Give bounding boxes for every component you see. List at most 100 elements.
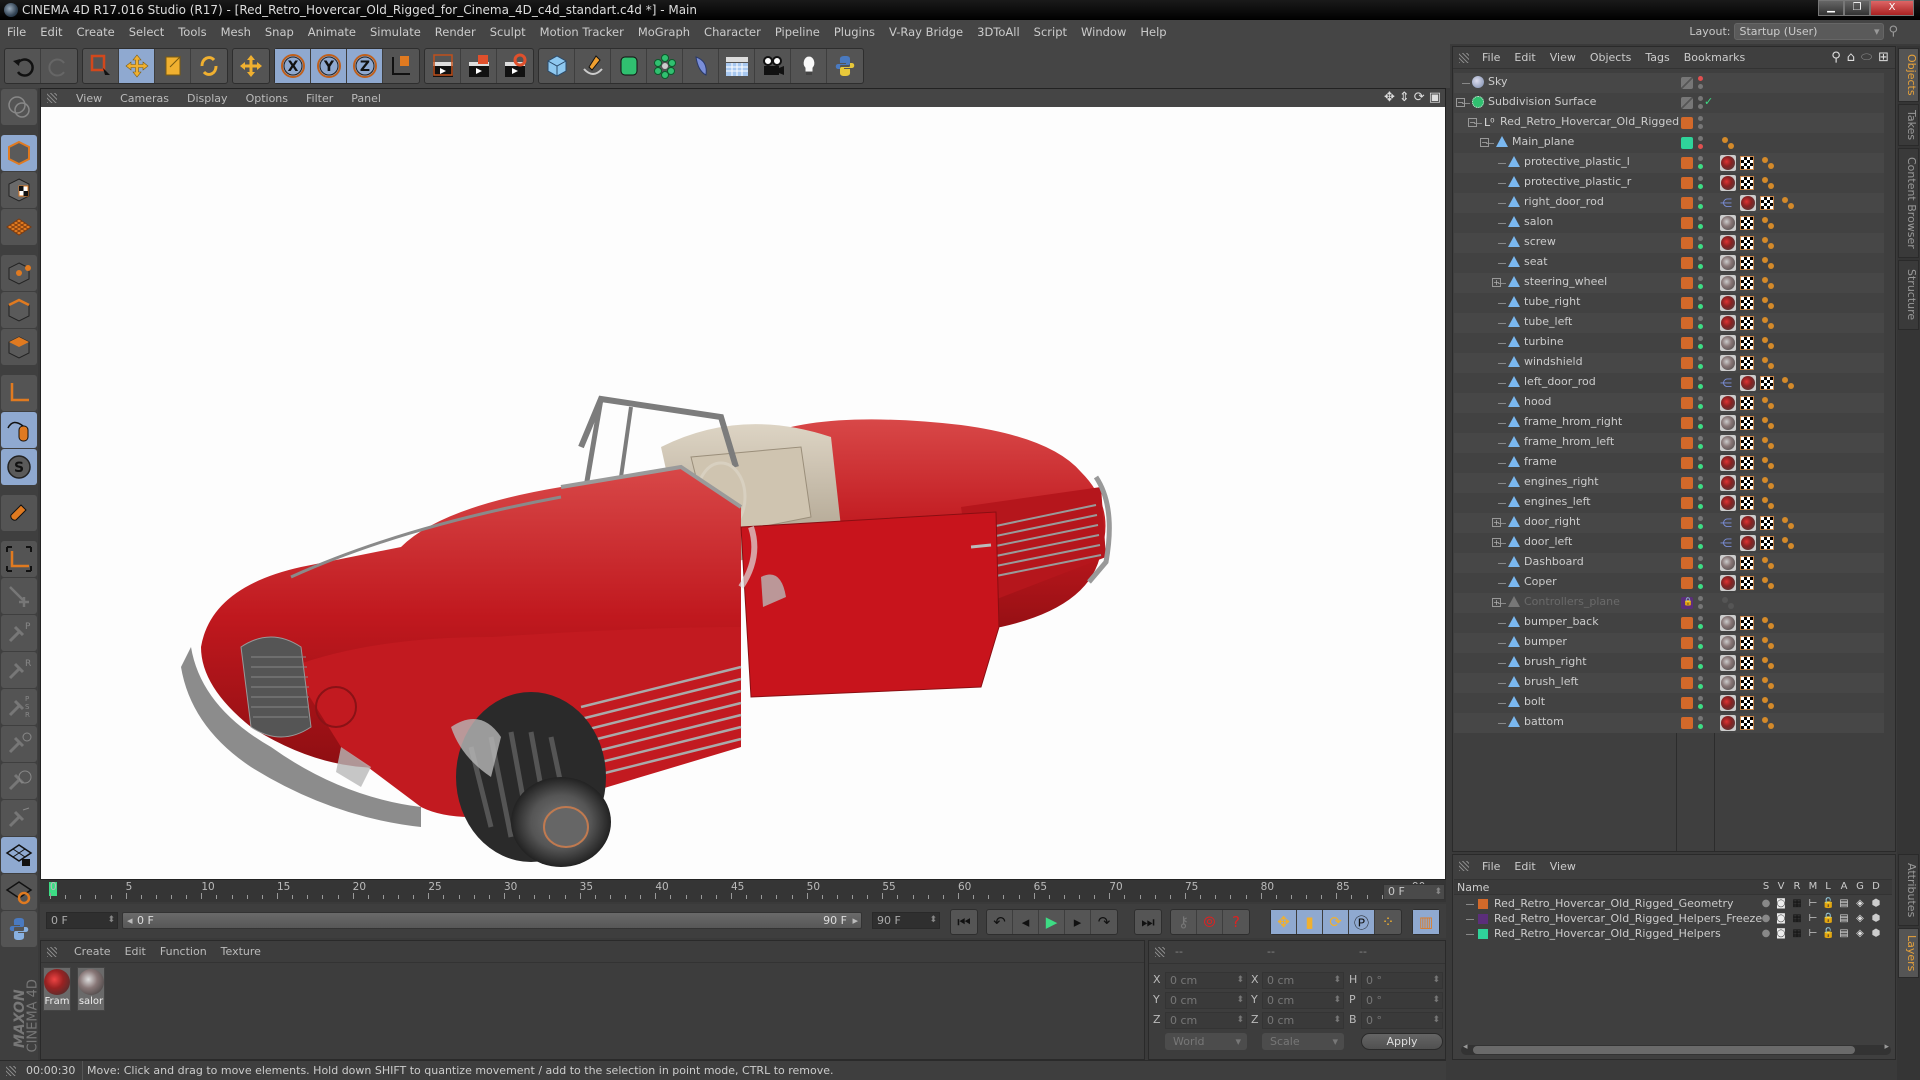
render-visibility-dot[interactable] [1698, 84, 1703, 89]
tab-takes[interactable]: Takes [1898, 104, 1919, 146]
panel-grip-icon[interactable] [1459, 861, 1469, 871]
object-menu-file[interactable]: File [1475, 51, 1507, 64]
material-tag-icon[interactable] [1740, 195, 1756, 211]
object-name[interactable]: hood [1524, 395, 1551, 408]
pla-key-icon[interactable] [1, 763, 37, 799]
locked-layer-icon[interactable]: 🔒 [1681, 597, 1693, 609]
texture-mode-icon[interactable] [1, 172, 37, 208]
render-visibility-dot[interactable] [1698, 644, 1703, 649]
layer-color-swatch[interactable] [1681, 117, 1693, 129]
phong-tag-icon[interactable] [1720, 595, 1736, 611]
pose-icon[interactable] [1, 578, 37, 614]
uvw-tag-icon[interactable] [1740, 696, 1754, 710]
render-visibility-dot[interactable] [1698, 524, 1703, 529]
layer-color-swatch[interactable] [1681, 217, 1693, 229]
editor-visibility-dot[interactable] [1698, 476, 1703, 481]
menu-simulate[interactable]: Simulate [363, 25, 428, 39]
render-visibility-dot[interactable] [1698, 464, 1703, 469]
render-toggle-icon[interactable]: ▦ [1791, 898, 1803, 909]
uvw-tag-icon[interactable] [1740, 616, 1754, 630]
render-visibility-dot[interactable] [1698, 684, 1703, 689]
uvw-tag-icon[interactable] [1740, 396, 1754, 410]
apply-button[interactable]: Apply [1361, 1033, 1443, 1050]
generators-toggle-icon[interactable]: ◈ [1854, 898, 1866, 909]
material-tag-icon[interactable] [1720, 675, 1736, 691]
param-key-icon[interactable] [1, 726, 37, 762]
autokeying-icon[interactable]: ⦾ [1197, 910, 1223, 934]
material-tag-icon[interactable] [1740, 535, 1756, 551]
pos-key-icon[interactable]: P [1, 615, 37, 651]
phong-tag-icon[interactable] [1760, 395, 1776, 411]
layer-color-swatch[interactable] [1681, 397, 1693, 409]
viewport-menu-options[interactable]: Options [237, 92, 297, 105]
object-name[interactable]: left_door_rod [1524, 375, 1596, 388]
material-menu-edit[interactable]: Edit [118, 945, 153, 958]
layer-color-swatch[interactable] [1681, 657, 1693, 669]
phong-tag-icon[interactable] [1760, 355, 1776, 371]
phong-tag-icon[interactable] [1760, 695, 1776, 711]
material-menu-texture[interactable]: Texture [214, 945, 268, 958]
layer-color-swatch[interactable] [1681, 577, 1693, 589]
editor-visibility-dot[interactable] [1698, 276, 1703, 281]
object-name[interactable]: Subdivision Surface [1488, 95, 1596, 108]
uvw-tag-icon[interactable] [1760, 196, 1774, 210]
layer-color-swatch[interactable] [1681, 137, 1693, 149]
object-name[interactable]: Main_plane [1512, 135, 1574, 148]
expand-icon[interactable]: + [1492, 278, 1501, 287]
render-visibility-dot[interactable] [1698, 284, 1703, 289]
uvw-tag-icon[interactable] [1740, 276, 1754, 290]
material-tag-icon[interactable] [1740, 375, 1756, 391]
object-row[interactable]: + Controllers_plane 🔒 [1454, 593, 1884, 613]
editor-visibility-dot[interactable] [1698, 376, 1703, 381]
material-tag-icon[interactable] [1720, 495, 1736, 511]
object-name[interactable]: screw [1524, 235, 1556, 248]
layer-color-swatch[interactable] [1681, 477, 1693, 489]
render-visibility-dot[interactable] [1698, 584, 1703, 589]
menu-help[interactable]: Help [1133, 25, 1173, 39]
maximize-view-icon[interactable]: ▣ [1429, 90, 1441, 105]
material-tag-icon[interactable] [1720, 475, 1736, 491]
render-visibility-dot[interactable] [1698, 204, 1703, 209]
menu-pipeline[interactable]: Pipeline [768, 25, 827, 39]
editor-visibility-dot[interactable] [1698, 716, 1703, 721]
live-selection-icon[interactable] [83, 49, 119, 83]
object-name[interactable]: door_right [1524, 515, 1580, 528]
layer-menu-edit[interactable]: Edit [1507, 860, 1542, 873]
uvw-tag-icon[interactable] [1740, 356, 1754, 370]
material-tag-icon[interactable] [1740, 515, 1756, 531]
go-to-end-icon[interactable]: ⏭ [1135, 910, 1161, 934]
generators-toggle-icon[interactable]: ◈ [1854, 928, 1866, 939]
material-tag-icon[interactable] [1720, 215, 1736, 231]
layer-color-swatch[interactable] [1681, 197, 1693, 209]
object-row[interactable]: turbine [1454, 333, 1884, 353]
convert-icon[interactable] [1, 89, 37, 125]
editor-visibility-dot[interactable] [1698, 636, 1703, 641]
deformers-toggle-icon[interactable]: ⬢ [1870, 898, 1882, 909]
editor-visibility-dot[interactable] [1698, 456, 1703, 461]
render-visibility-dot[interactable] [1698, 344, 1703, 349]
timeline-ruler[interactable]: 051015202530354045505560657075808590 [40, 880, 1446, 902]
material-tag-icon[interactable] [1720, 295, 1736, 311]
pos-z-field[interactable]: 0 cm [1165, 1012, 1247, 1029]
close-button[interactable]: X [1870, 0, 1914, 16]
material-tag-icon[interactable] [1720, 175, 1736, 191]
material-tag-icon[interactable] [1720, 615, 1736, 631]
object-name[interactable]: steering_wheel [1524, 275, 1607, 288]
ik-tag-icon[interactable]: ⋲ [1720, 197, 1736, 209]
object-name[interactable]: windshield [1524, 355, 1583, 368]
no-layer-icon[interactable] [1681, 77, 1693, 89]
menu-file[interactable]: File [0, 25, 33, 39]
uvw-tag-icon[interactable] [1760, 516, 1774, 530]
tab-attributes[interactable]: Attributes [1898, 854, 1919, 926]
snap-icon[interactable] [1, 495, 37, 531]
uvw-tag-icon[interactable] [1740, 156, 1754, 170]
phong-tag-icon[interactable] [1760, 655, 1776, 671]
render-toggle-icon[interactable]: ▦ [1791, 913, 1803, 924]
lock-open-icon[interactable]: 🔓 [1822, 928, 1834, 939]
editor-visibility-dot[interactable] [1698, 96, 1703, 101]
menu-3dtoall[interactable]: 3DToAll [970, 25, 1027, 39]
workplane-rotate-icon[interactable] [1, 874, 37, 910]
size-z-field[interactable]: 0 cm [1262, 1012, 1344, 1029]
render-visibility-dot[interactable] [1698, 364, 1703, 369]
phong-tag-icon[interactable] [1760, 635, 1776, 651]
